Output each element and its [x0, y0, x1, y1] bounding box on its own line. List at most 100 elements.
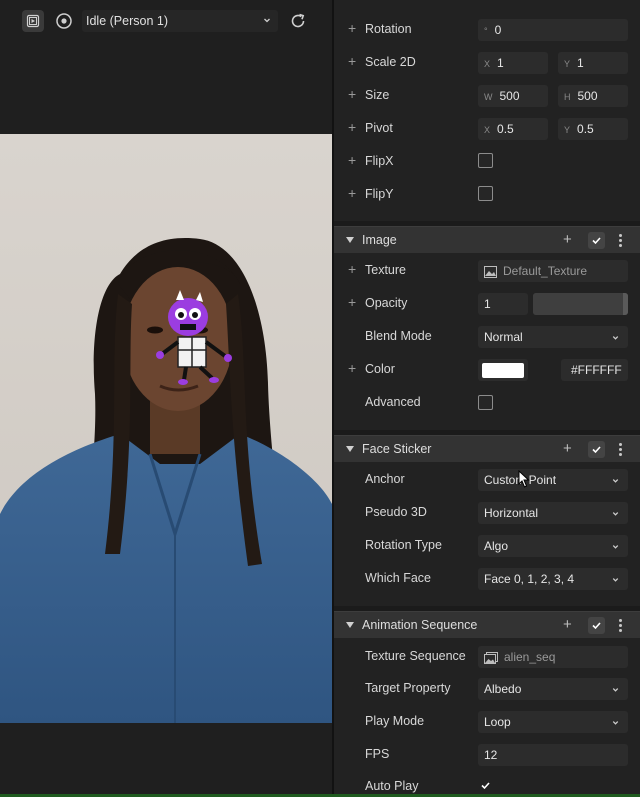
add-icon[interactable]: + [563, 232, 572, 247]
add-icon[interactable]: + [563, 617, 572, 632]
scale-x-input[interactable]: X1 [478, 52, 548, 74]
scale-y-input[interactable]: Y1 [558, 52, 628, 74]
blend-mode-select[interactable]: Normal [478, 326, 628, 348]
flipx-checkbox[interactable] [478, 153, 493, 168]
opacity-slider[interactable] [533, 293, 628, 315]
which-face-row: Which Face Face 0, 1, 2, 3, 4 [334, 562, 640, 595]
state-select[interactable]: Idle (Person 1) [82, 10, 278, 32]
texture-label: Texture [365, 263, 406, 277]
opacity-row: + Opacity 1 [334, 287, 640, 320]
size-w-input[interactable]: W 500 [478, 85, 548, 107]
preview-panel: Idle (Person 1) [0, 0, 332, 797]
color-swatch[interactable] [482, 363, 524, 378]
preview-toolbar: Idle (Person 1) [0, 0, 332, 44]
add-keyframe-icon[interactable]: + [348, 186, 356, 200]
auto-play-row: Auto Play [334, 770, 640, 797]
more-options-icon[interactable] [619, 443, 622, 456]
texture-picker[interactable]: Default_Texture [478, 260, 628, 282]
play-mode-row: Play Mode Loop [334, 705, 640, 738]
face-sticker-section-title: Face Sticker [362, 442, 432, 456]
mouse-cursor-icon [518, 470, 530, 488]
chevron-down-icon [612, 336, 619, 340]
more-options-icon[interactable] [619, 234, 622, 247]
target-icon[interactable] [55, 12, 73, 30]
add-keyframe-icon[interactable]: + [348, 21, 356, 35]
size-h-input[interactable]: H 500 [558, 85, 628, 107]
collapse-triangle-icon[interactable] [346, 237, 354, 243]
pseudo3d-row: Pseudo 3D Horizontal [334, 496, 640, 529]
enable-component-toggle[interactable] [588, 441, 605, 458]
opacity-input[interactable]: 1 [478, 293, 528, 315]
add-keyframe-icon[interactable]: + [348, 361, 356, 375]
rotation-type-label: Rotation Type [365, 538, 442, 552]
checkmark-icon [592, 622, 601, 630]
scale-label: Scale 2D [365, 55, 416, 69]
rotation-type-select[interactable]: Algo [478, 535, 628, 557]
collapse-triangle-icon[interactable] [346, 446, 354, 452]
rotation-type-row: Rotation Type Algo [334, 529, 640, 562]
preview-play-icon [26, 14, 40, 28]
pseudo3d-label: Pseudo 3D [365, 505, 427, 519]
chevron-down-icon [612, 688, 619, 692]
image-section-header[interactable]: Image + [334, 226, 640, 253]
checkmark-icon [592, 237, 601, 245]
color-swatch-field[interactable] [478, 359, 528, 381]
pivot-label: Pivot [365, 121, 393, 135]
chevron-down-icon [612, 479, 619, 483]
size-label: Size [365, 88, 390, 102]
face-sticker-section-header[interactable]: Face Sticker + [334, 435, 640, 462]
texture-sequence-picker[interactable]: alien_seq [478, 646, 628, 668]
which-face-select[interactable]: Face 0, 1, 2, 3, 4 [478, 568, 628, 590]
enable-component-toggle[interactable] [588, 617, 605, 634]
add-keyframe-icon[interactable]: + [348, 295, 356, 309]
texture-sequence-label: Texture Sequence [365, 649, 466, 663]
pivot-y-input[interactable]: Y 0.5 [558, 118, 628, 140]
fps-input[interactable]: 12 [478, 744, 628, 766]
advanced-checkbox[interactable] [478, 395, 493, 410]
more-options-icon[interactable] [619, 619, 622, 632]
blend-mode-label: Blend Mode [365, 329, 432, 343]
which-face-label: Which Face [365, 571, 431, 585]
animation-sequence-section-header[interactable]: Animation Sequence + [334, 611, 640, 638]
color-hex-input[interactable]: #FFFFFF [561, 359, 628, 381]
image-section-title: Image [362, 233, 397, 247]
checkmark-icon [592, 446, 601, 454]
play-mode-select[interactable]: Loop [478, 711, 628, 733]
anchor-select[interactable]: Custom Point [478, 469, 628, 491]
pseudo3d-select[interactable]: Horizontal [478, 502, 628, 524]
add-icon[interactable]: + [563, 441, 572, 456]
camera-preview[interactable] [0, 134, 332, 723]
add-keyframe-icon[interactable]: + [348, 54, 356, 68]
collapse-triangle-icon[interactable] [346, 622, 354, 628]
add-keyframe-icon[interactable]: + [348, 153, 356, 167]
size-row: + Size W 500 H 500 [334, 79, 640, 112]
advanced-label: Advanced [365, 395, 421, 409]
anchor-label: Anchor [365, 472, 405, 486]
pivot-row: + Pivot X 0.5 Y 0.5 [334, 112, 640, 145]
reload-icon[interactable] [289, 12, 307, 30]
enable-component-toggle[interactable] [588, 232, 605, 249]
state-select-value: Idle (Person 1) [86, 14, 168, 28]
scale-row: + Scale 2D X1 Y1 [334, 46, 640, 79]
add-keyframe-icon[interactable]: + [348, 87, 356, 101]
preview-mode-button[interactable] [22, 10, 44, 32]
opacity-slider-fill [533, 293, 628, 315]
rotation-label: Rotation [365, 22, 412, 36]
target-property-select[interactable]: Albedo [478, 678, 628, 700]
color-label: Color [365, 362, 395, 376]
flipy-checkbox[interactable] [478, 186, 493, 201]
chevron-down-icon [612, 721, 619, 725]
pivot-x-input[interactable]: X 0.5 [478, 118, 548, 140]
add-keyframe-icon[interactable]: + [348, 262, 356, 276]
target-property-label: Target Property [365, 681, 451, 695]
opacity-slider-handle[interactable] [623, 293, 628, 315]
opacity-label: Opacity [365, 296, 408, 310]
chevron-down-icon [264, 18, 270, 23]
sequence-icon [484, 651, 498, 664]
flipx-row: + FlipX [334, 145, 640, 178]
add-keyframe-icon[interactable]: + [348, 120, 356, 134]
rotation-input[interactable]: ° 0 [478, 19, 628, 41]
auto-play-checkbox[interactable] [478, 778, 493, 793]
auto-play-label: Auto Play [365, 779, 419, 793]
chevron-down-icon [612, 512, 619, 516]
